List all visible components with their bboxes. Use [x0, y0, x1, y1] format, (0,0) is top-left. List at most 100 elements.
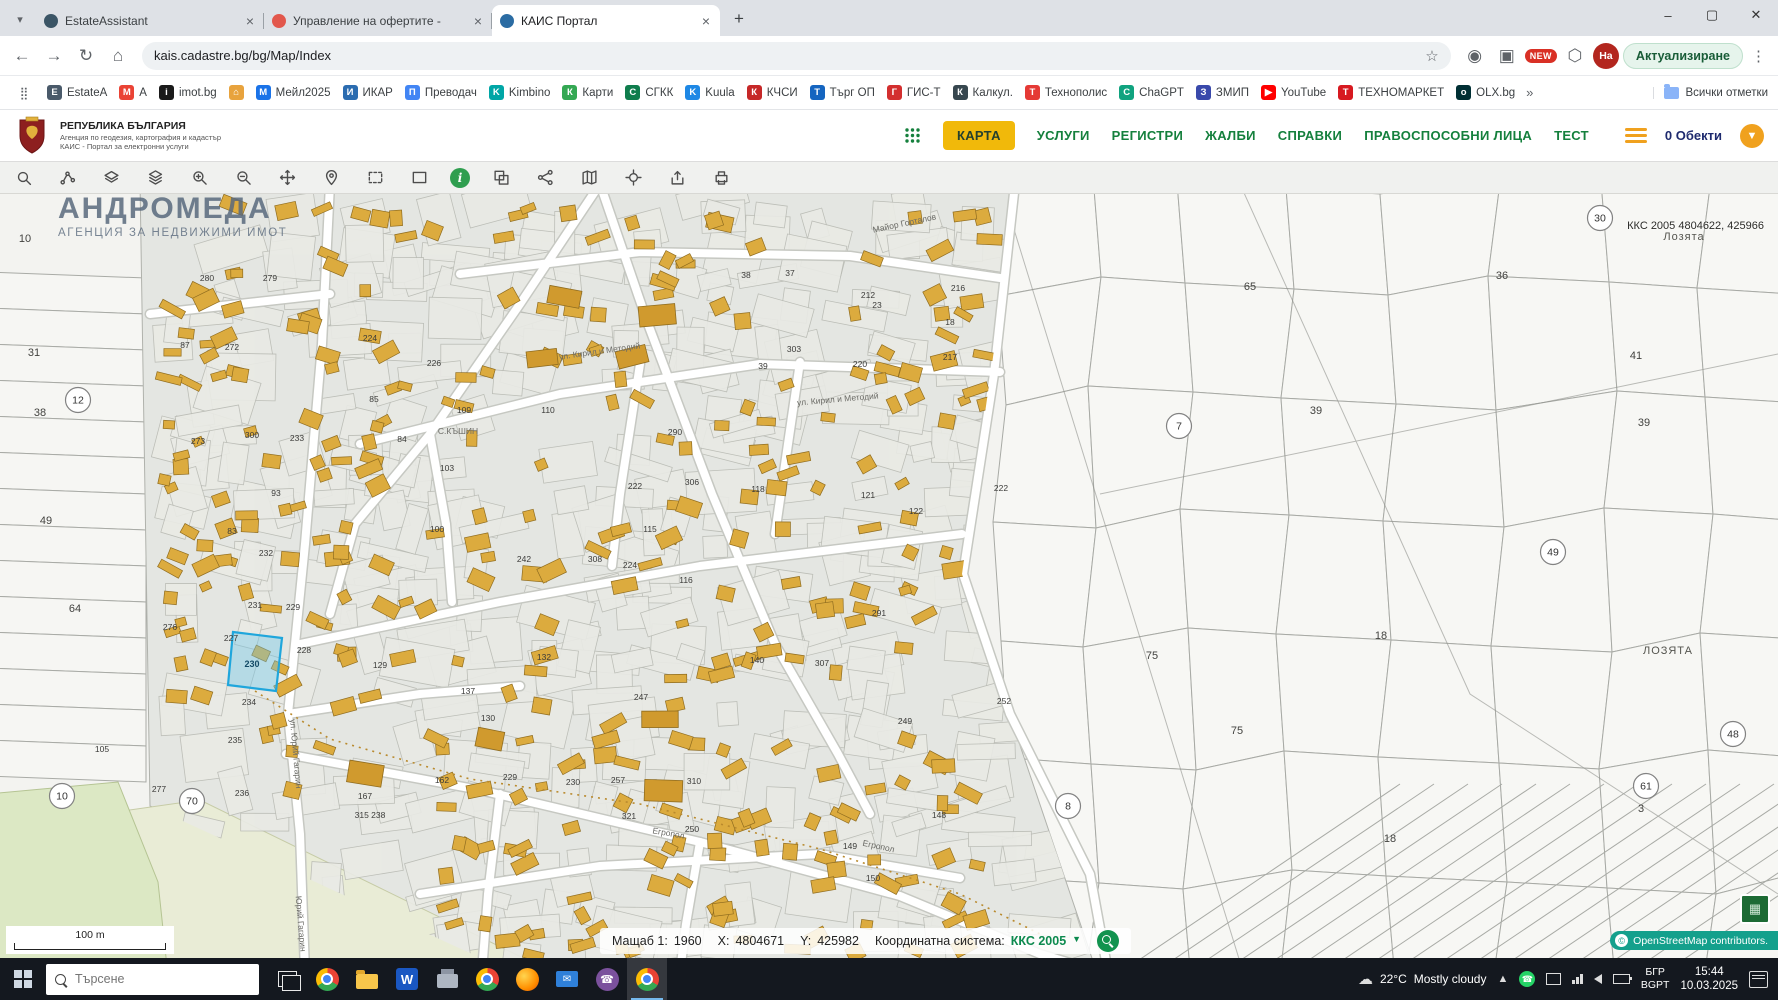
browser-menu-icon[interactable]: ⋮ [1747, 47, 1770, 65]
bookmark-item[interactable]: iimot.bg [154, 82, 222, 103]
crs-dropdown[interactable]: ККС 2005 [1011, 934, 1066, 948]
weather-widget[interactable]: ☁ 22°C Mostly cloudy [1358, 970, 1487, 988]
tab-search-icon[interactable]: ▾ [6, 5, 34, 33]
tab-close-icon[interactable]: × [472, 13, 484, 29]
bookmark-item[interactable]: KKimbino [484, 82, 556, 103]
taskbar-app-file-explorer[interactable] [347, 958, 387, 1000]
bookmark-item[interactable]: ККарти [557, 82, 618, 103]
bookmark-item[interactable]: ССГКК [620, 82, 678, 103]
extent-rect-icon[interactable] [406, 166, 432, 190]
locate-pin-icon[interactable] [318, 166, 344, 190]
pan-move-icon[interactable] [274, 166, 300, 190]
export-object-icon[interactable] [664, 166, 690, 190]
taskbar-app-viber[interactable]: ☎ [587, 958, 627, 1000]
new-tab-button[interactable]: + [726, 6, 752, 32]
portal-nav-услуги[interactable]: УСЛУГИ [1037, 128, 1090, 143]
portal-nav-справки[interactable]: СПРАВКИ [1278, 128, 1342, 143]
url-text[interactable]: kais.cadastre.bg/bg/Map/Index [154, 48, 1425, 63]
close-button[interactable]: ✕ [1734, 0, 1778, 30]
copy-shapes-icon[interactable] [488, 166, 514, 190]
minimize-button[interactable]: – [1646, 0, 1690, 30]
bookmark-star-icon[interactable]: ☆ [1425, 47, 1438, 65]
back-icon[interactable]: ← [8, 42, 36, 70]
volume-icon[interactable] [1594, 974, 1602, 984]
all-bookmarks[interactable]: Всички отметки [1653, 87, 1768, 99]
bookmark-item[interactable]: ЗЗМИП [1191, 82, 1254, 103]
bookmark-item[interactable]: EEstateA [42, 82, 112, 103]
taskbar-app-chrome[interactable] [307, 958, 347, 1000]
browser-tab[interactable]: КАИС Портал× [492, 5, 720, 36]
snap-crosshair-icon[interactable] [620, 166, 646, 190]
bookmark-item[interactable]: ИИКАР [338, 82, 398, 103]
tab-close-icon[interactable]: × [700, 13, 712, 29]
portal-nav-карта[interactable]: КАРТА [943, 121, 1015, 150]
bookmark-item[interactable]: ГГИС-Т [882, 82, 946, 103]
profile-avatar[interactable]: На [1593, 43, 1619, 69]
portal-nav-жалби[interactable]: ЖАЛБИ [1205, 128, 1256, 143]
layers-visibility-icon[interactable] [98, 166, 124, 190]
extensions-puzzle-icon[interactable]: ⬡ [1561, 42, 1589, 70]
objects-counter-button[interactable]: 0 Обекти [1665, 128, 1722, 143]
home-icon[interactable]: ⌂ [104, 42, 132, 70]
bookmark-item[interactable]: ККЧСИ [742, 82, 803, 103]
search-icon[interactable] [10, 166, 36, 190]
whatsapp-icon[interactable]: ☎ [1519, 971, 1535, 987]
layers-stack-icon[interactable] [142, 166, 168, 190]
taskbar-app-word[interactable]: W [387, 958, 427, 1000]
taskbar-app-mail[interactable]: ✉ [547, 958, 587, 1000]
search-input[interactable] [73, 971, 250, 987]
osm-attribution[interactable]: © OpenStreetMap contributors. [1610, 931, 1778, 950]
bookmark-item[interactable]: ТТехнополис [1020, 82, 1112, 103]
bookmark-item[interactable]: ТТЕХНОМАРКЕТ [1333, 82, 1449, 103]
display-icon[interactable] [1546, 973, 1561, 985]
crs-caret-icon[interactable]: ▼ [1072, 934, 1081, 948]
language-indicator[interactable]: БГР BGPT [1641, 966, 1670, 991]
info-icon[interactable]: i [450, 168, 470, 188]
bookmark-item[interactable]: ⌂ [224, 82, 249, 103]
network-icon[interactable] [1572, 974, 1583, 984]
browser-tab[interactable]: EstateAssistant× [36, 5, 264, 36]
taskbar-app-chrome-active[interactable] [627, 958, 667, 1000]
bookmark-item[interactable]: KKuula [680, 82, 739, 103]
tab-close-icon[interactable]: × [244, 13, 256, 29]
bookmark-item[interactable]: MA [114, 82, 152, 103]
bookmark-item[interactable]: oOLX.bg [1451, 82, 1520, 103]
media-gallery-icon[interactable]: ▣ [1493, 42, 1521, 70]
menu-hamburger-icon[interactable] [1625, 128, 1647, 143]
reload-icon[interactable]: ↻ [72, 42, 100, 70]
print-icon[interactable] [708, 166, 734, 190]
tray-expand-chevron-icon[interactable]: ▲ [1497, 973, 1508, 985]
apps-grid-icon[interactable]: ⣿ [10, 79, 38, 107]
bookmark-item[interactable]: ППреводач [400, 82, 482, 103]
share-nodes-icon[interactable] [532, 166, 558, 190]
battery-icon[interactable] [1613, 974, 1630, 984]
bookmarks-overflow-chevron[interactable]: » [1526, 85, 1533, 100]
taskbar-search[interactable] [46, 964, 259, 995]
zoom-in-icon[interactable] [186, 166, 212, 190]
start-button[interactable] [0, 958, 46, 1000]
taskbar-app-task-view[interactable] [267, 958, 307, 1000]
legend-map-icon[interactable] [576, 166, 602, 190]
portal-nav-тест[interactable]: ТЕСТ [1554, 128, 1589, 143]
maximize-button[interactable]: ▢ [1690, 0, 1734, 30]
action-center-icon[interactable] [1749, 971, 1768, 988]
bookmark-item[interactable]: ▶YouTube [1256, 82, 1331, 103]
map-container[interactable]: 2308727228027922422630023327393832322312… [0, 194, 1778, 958]
reading-mode-icon[interactable]: ◉ [1461, 42, 1489, 70]
taskbar-app-firefox[interactable] [507, 958, 547, 1000]
basemap-layers-button[interactable]: ▦ [1740, 894, 1770, 924]
select-rect-dashed-icon[interactable] [362, 166, 388, 190]
portal-apps-grid-icon[interactable] [904, 127, 921, 144]
browser-tab[interactable]: Управление на офертите -× [264, 5, 492, 36]
taskbar-app-printer[interactable] [427, 958, 467, 1000]
bookmark-item[interactable]: ММейл2025 [251, 82, 336, 103]
zoom-out-icon[interactable] [230, 166, 256, 190]
chrome-update-button[interactable]: Актуализиране [1623, 43, 1743, 69]
portal-nav-правоспособни-лица[interactable]: ПРАВОСПОСОБНИ ЛИЦА [1364, 128, 1532, 143]
portal-nav-регистри[interactable]: РЕГИСТРИ [1112, 128, 1183, 143]
forward-icon[interactable]: → [40, 42, 68, 70]
download-objects-icon[interactable]: ▼ [1740, 124, 1764, 148]
cadastre-map[interactable]: 2308727228027922422630023327393832322312… [0, 194, 1778, 958]
bookmark-item[interactable]: ТТърг ОП [805, 82, 880, 103]
route-measure-icon[interactable] [54, 166, 80, 190]
